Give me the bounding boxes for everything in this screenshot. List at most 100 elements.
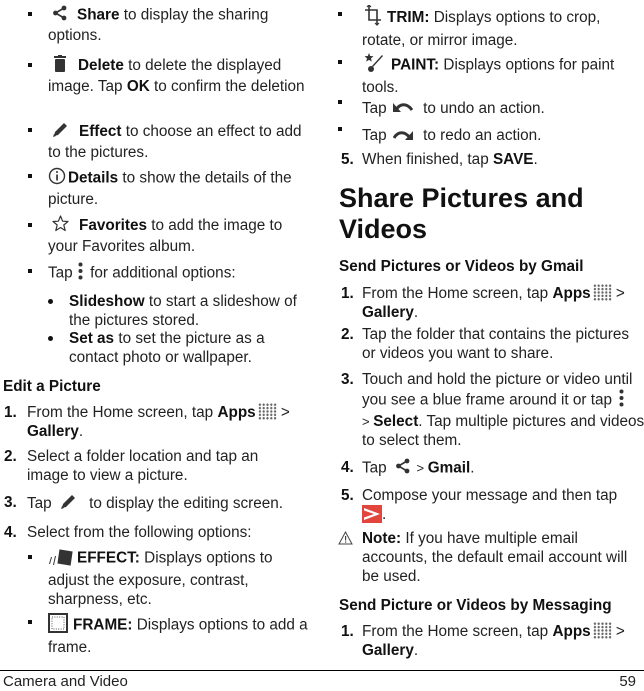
- separator: >: [611, 623, 625, 640]
- option-effect: Effect to choose an effect to add to the…: [48, 121, 313, 162]
- bullet: [338, 100, 342, 104]
- bullet: [338, 127, 342, 131]
- edit-step-4: Select from the following options:: [27, 524, 252, 541]
- option-label: Favorites: [79, 217, 148, 235]
- bullet: [28, 620, 32, 624]
- text: .: [413, 304, 419, 321]
- step-number: 3.: [4, 494, 17, 511]
- option-label: Slideshow: [69, 293, 145, 310]
- option-details: Details to show the details of the pictu…: [48, 167, 313, 209]
- text: .: [533, 151, 538, 168]
- bullet: [28, 555, 32, 559]
- more-options-line: Tap for additional options:: [48, 262, 313, 285]
- option-label: Set as: [69, 330, 115, 347]
- gallery-label: Gallery: [362, 304, 414, 321]
- text: Compose your message and then tap: [362, 487, 618, 504]
- text: .: [382, 506, 387, 523]
- text: From the Home screen, tap: [362, 285, 553, 302]
- paint-icon: [364, 53, 384, 78]
- apps-label: Apps: [552, 623, 591, 640]
- gmail-step-5: Compose your message and then tap .: [362, 486, 644, 524]
- edit-picture-heading: Edit a Picture: [3, 378, 101, 395]
- note-label: Note:: [362, 530, 402, 547]
- bullet: [338, 60, 342, 64]
- option-label: Effect: [79, 123, 122, 141]
- share-section-title: Share Pictures and Videos: [339, 183, 584, 244]
- messaging-step-1: From the Home screen, tap Apps > Gallery…: [362, 622, 644, 660]
- text: Tap: [362, 459, 391, 477]
- separator: >: [362, 414, 374, 429]
- text: .: [78, 423, 84, 440]
- sub-option-set-as: Set as to set the picture as a contact p…: [69, 329, 314, 367]
- messaging-heading: Send Picture or Videos by Messaging: [339, 597, 612, 614]
- text: .: [413, 642, 419, 659]
- info-icon: [48, 167, 66, 190]
- separator: >: [412, 460, 428, 476]
- separator: >: [611, 285, 625, 302]
- share-icon: [395, 458, 411, 479]
- star-outline-icon: [52, 215, 69, 237]
- edit-option-trim: TRIM: Displays options to crop, rotate, …: [362, 4, 644, 50]
- bullet: [28, 128, 32, 132]
- crop-icon: [365, 4, 381, 31]
- edit-option-paint: PAINT: Displays options for paint tools.: [362, 53, 644, 97]
- bullet: [28, 223, 32, 227]
- text: Touch and hold the picture or video unti…: [362, 371, 633, 409]
- share-icon: [52, 5, 68, 26]
- apps-label: Apps: [552, 285, 591, 302]
- text: to redo an action.: [418, 127, 542, 144]
- more-vertical-icon: [78, 262, 83, 285]
- effect-cards-icon: [48, 546, 74, 571]
- bullet: [28, 269, 32, 273]
- separator: >: [276, 404, 290, 421]
- option-favorites: Favorites to add the image to your Favor…: [48, 215, 313, 256]
- step-number: 1.: [341, 623, 354, 640]
- footer-divider: [0, 670, 644, 671]
- edit-step-3: Tap to display the editing screen.: [27, 493, 317, 515]
- apps-label: Apps: [217, 404, 256, 421]
- step-number: 5.: [341, 151, 354, 168]
- gmail-step-2: Tap the folder that contains the picture…: [362, 326, 630, 362]
- option-label: EFFECT:: [77, 549, 140, 567]
- text: Tap: [362, 127, 391, 144]
- step-number: 1.: [4, 404, 17, 421]
- option-share: Share to display the sharing options.: [48, 5, 313, 45]
- footer-section-name: Camera and Video: [3, 673, 128, 690]
- frame-icon: [48, 613, 68, 638]
- apps-grid-icon: [592, 284, 612, 301]
- edit-step-2: Select a folder location and tap an imag…: [27, 448, 259, 484]
- note-text: If you have multiple email accounts, the…: [362, 530, 628, 585]
- undo-icon: [392, 99, 414, 118]
- bullet: [338, 12, 342, 16]
- option-label: PAINT:: [391, 56, 440, 74]
- edit-step-5: When finished, tap SAVE.: [362, 150, 644, 169]
- more-vertical-icon: [619, 389, 624, 412]
- text: From the Home screen, tap: [27, 404, 218, 421]
- step-number: 2.: [4, 448, 17, 465]
- text: to undo an action.: [418, 100, 545, 117]
- page-number: 59: [619, 673, 636, 690]
- edit-option-effect: EFFECT: Displays options to adjust the e…: [48, 546, 313, 609]
- option-label: Delete: [78, 57, 124, 75]
- gmail-label: Gmail: [427, 459, 471, 477]
- edit-step-1: From the Home screen, tap Apps > Gallery…: [27, 403, 317, 441]
- option-label: FRAME:: [73, 616, 133, 634]
- bullet: [28, 174, 32, 178]
- bullet: [48, 336, 53, 341]
- ok-label: OK: [126, 78, 150, 95]
- text: Tap: [48, 264, 77, 282]
- send-icon: [362, 505, 382, 523]
- gallery-label: Gallery: [27, 423, 79, 440]
- bullet: [28, 12, 32, 16]
- text: for additional options:: [85, 264, 236, 282]
- step-number: 4.: [341, 459, 354, 476]
- edit-option-frame: FRAME: Displays options to add a frame.: [48, 613, 313, 657]
- step-number: 2.: [341, 326, 354, 343]
- text: Tap: [27, 495, 56, 513]
- gallery-label: Gallery: [362, 642, 414, 659]
- step-number: 5.: [341, 487, 354, 504]
- option-label: TRIM:: [387, 9, 430, 27]
- text: to display the editing screen.: [84, 495, 284, 513]
- pencil-icon: [60, 493, 77, 515]
- note: Note: If you have multiple email account…: [362, 529, 644, 586]
